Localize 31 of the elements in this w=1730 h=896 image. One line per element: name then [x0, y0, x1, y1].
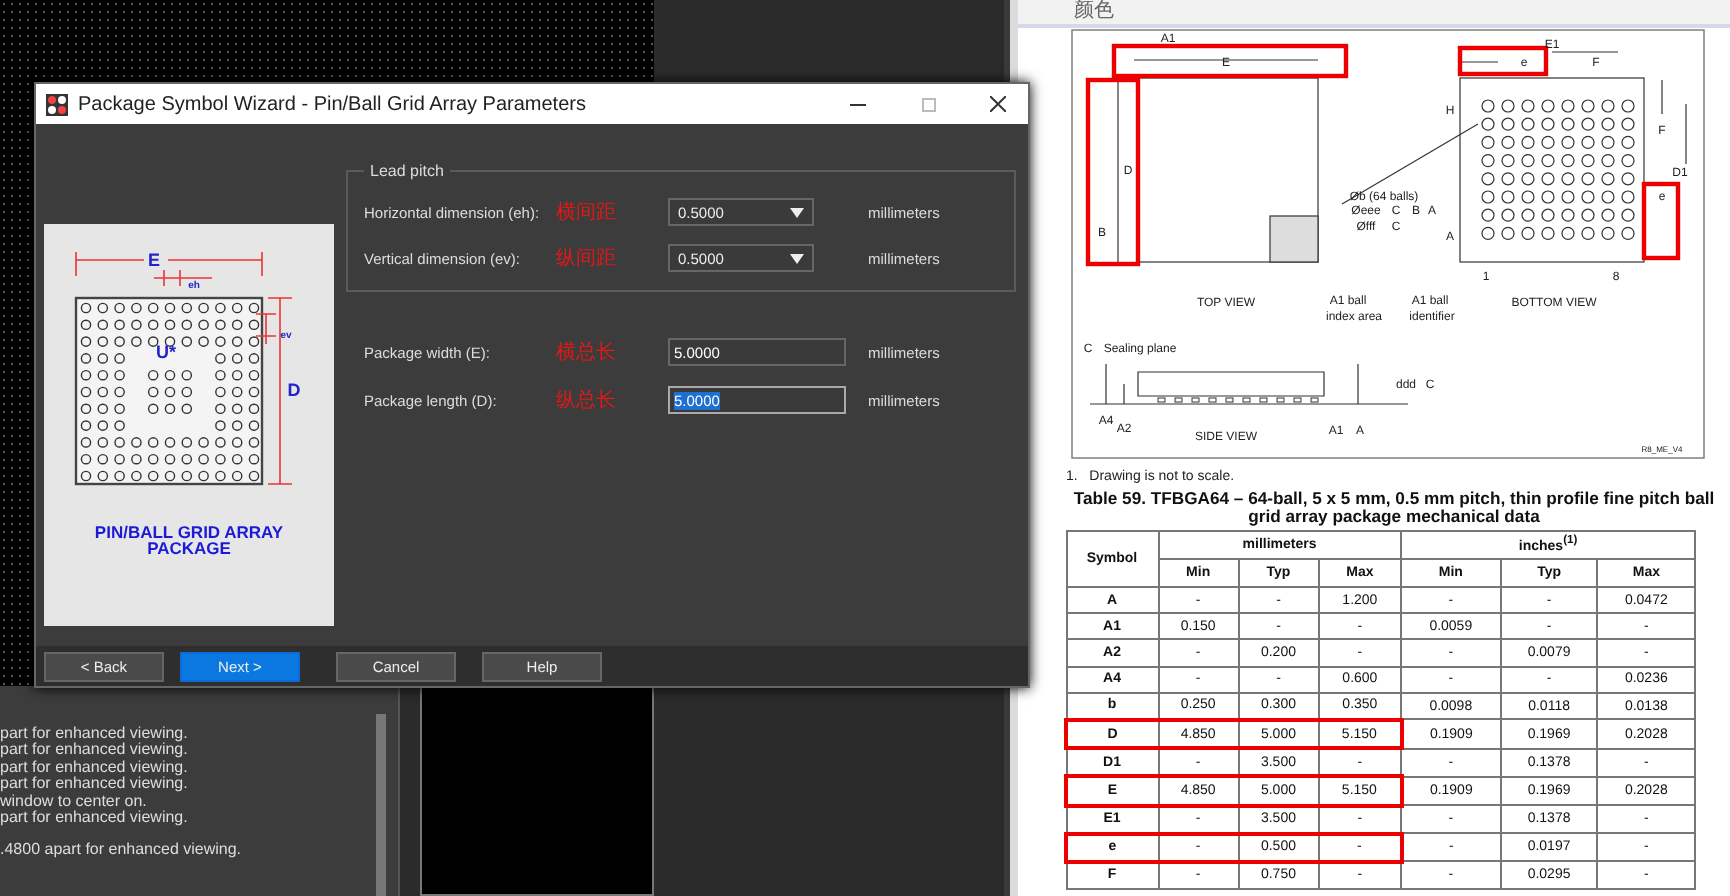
minimize-icon[interactable] [850, 103, 866, 105]
dimension-line [1459, 61, 1499, 63]
dimension-line [1685, 103, 1687, 165]
log-line: part for enhanced viewing. [0, 726, 190, 742]
caret-icon [790, 253, 804, 263]
leader-line [1341, 123, 1479, 205]
close-icon[interactable] [990, 96, 1006, 112]
preview-caption: PIN/BALL GRID ARRAY PACKAGE [92, 524, 286, 556]
log-line: part for enhanced viewing. [0, 759, 190, 776]
annotation-text: 横总长 [556, 339, 618, 366]
app-icon [46, 93, 68, 115]
scrollbar[interactable] [376, 714, 386, 896]
log-line: .4800 apart for enhanced viewing. [0, 842, 244, 860]
log-line: window to center on. [0, 793, 147, 810]
log-line: part for enhanced viewing. [0, 742, 190, 760]
dimension-label: E [148, 250, 160, 270]
table-title: Table 59. TFBGA64 – 64-ball, 5 x 5 mm, 0.5 mm pitch, thin profile fine pitch ball grid array package mechanical data [1071, 486, 1717, 530]
caret-icon [790, 207, 804, 217]
dimension-line [1661, 79, 1663, 115]
highlight-frame [1641, 181, 1681, 261]
dimension-label: U* [156, 342, 176, 362]
annotation-text: 纵间距 [556, 246, 618, 272]
window-title: Package Symbol Wizard - Pin/Ball Grid Array Parameters [78, 93, 588, 115]
group-title: Lead pitch [368, 162, 446, 180]
dimension-line [1551, 51, 1619, 53]
annotation-text: 横间距 [556, 199, 618, 226]
annotation-text: 纵总长 [556, 387, 618, 414]
log-line: part for enhanced viewing. [0, 810, 190, 827]
dimension-label: D [287, 380, 301, 400]
highlight-frame [1457, 45, 1549, 77]
log-line: part for enhanced viewing. [0, 776, 190, 794]
